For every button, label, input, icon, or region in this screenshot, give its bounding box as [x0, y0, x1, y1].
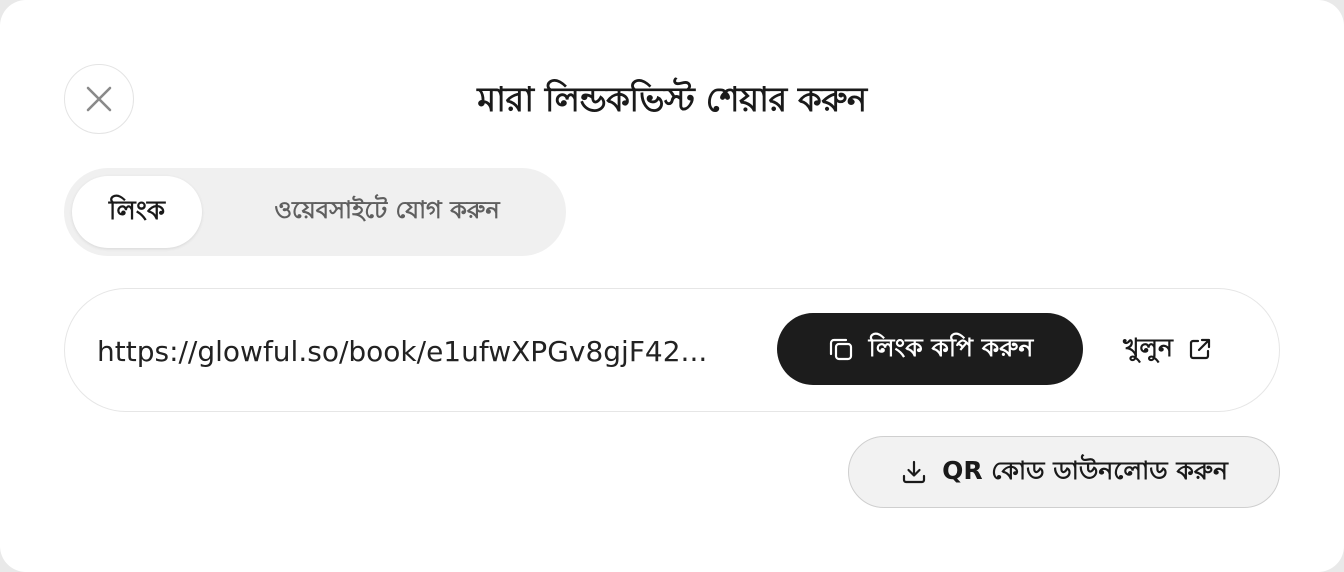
open-link-button[interactable]: খুলুন: [1123, 313, 1213, 385]
share-tabs: লিংক ওয়েবসাইটে যোগ করুন: [64, 168, 566, 256]
download-qr-button[interactable]: QR কোড ডাউনলোড করুন: [848, 436, 1280, 508]
share-dialog: মারা লিন্ডকভিস্ট শেয়ার করুন লিংক ওয়েবস…: [0, 0, 1344, 572]
open-link-label: খুলুন: [1123, 332, 1173, 362]
share-link-box: https://glowful.so/book/e1ufwXPGv8gjF42.…: [64, 288, 1280, 412]
copy-link-button[interactable]: লিংক কপি করুন: [777, 313, 1083, 385]
tab-add-to-website[interactable]: ওয়েবসাইটে যোগ করুন: [214, 176, 560, 248]
download-icon: [900, 458, 928, 486]
tab-link[interactable]: লিংক: [72, 176, 202, 248]
dialog-title: মারা লিন্ডকভিস্ট শেয়ার করুন: [477, 80, 867, 120]
copy-icon: [827, 335, 855, 363]
external-link-icon: [1187, 336, 1213, 362]
share-url: https://glowful.so/book/e1ufwXPGv8gjF42.…: [97, 334, 708, 368]
copy-link-label: লিংক কপি করুন: [868, 332, 1034, 362]
download-qr-label: QR কোড ডাউনলোড করুন: [942, 455, 1228, 485]
